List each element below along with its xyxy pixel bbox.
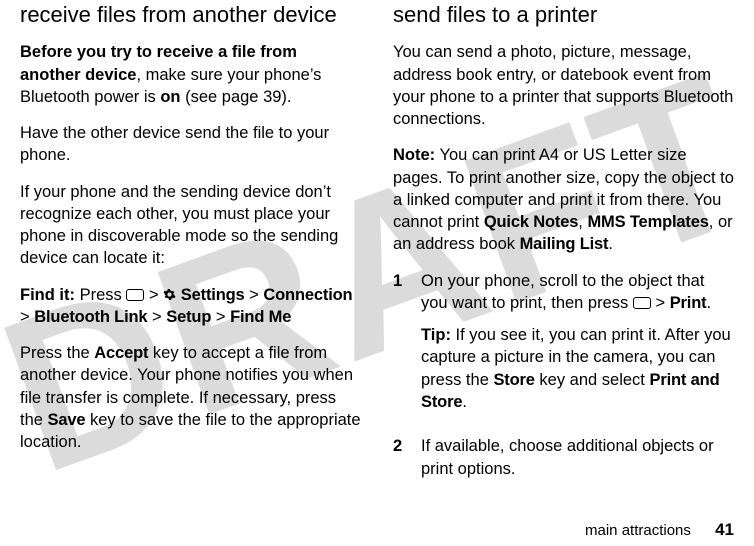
step1-main: On your phone, scroll to the object that… xyxy=(421,270,734,315)
left-heading: receive files from another device xyxy=(20,2,361,27)
tip-label: Tip: xyxy=(421,326,451,344)
page-number: 41 xyxy=(715,520,734,539)
text: Press the xyxy=(20,344,94,362)
find-me-label: Find Me xyxy=(230,308,291,326)
text: . xyxy=(608,235,613,253)
text: . xyxy=(462,393,467,411)
save-key: Save xyxy=(48,411,86,429)
gt: > xyxy=(152,308,162,326)
bluetooth-link-label: Bluetooth Link xyxy=(34,308,147,326)
step-body: On your phone, scroll to the object that… xyxy=(421,270,734,424)
connection-label: Connection xyxy=(263,286,352,304)
setup-label: Setup xyxy=(166,308,211,326)
step-number: 1 xyxy=(393,270,409,424)
right-column: send files to a printer You can send a p… xyxy=(393,0,734,502)
gt: > xyxy=(216,308,226,326)
step-number: 2 xyxy=(393,435,409,490)
menu-key-icon xyxy=(126,289,144,301)
settings-label: Settings xyxy=(181,286,245,304)
note-label: Note: xyxy=(393,146,435,164)
text: Press xyxy=(75,286,126,304)
page-content: receive files from another device Before… xyxy=(0,0,754,502)
text: . xyxy=(706,294,711,312)
step1-tip: Tip: If you see it, you can print it. Af… xyxy=(421,324,734,413)
left-column: receive files from another device Before… xyxy=(20,0,361,502)
findit-label: Find it: xyxy=(20,286,75,304)
page-footer: main attractions 41 xyxy=(585,520,734,540)
gt: > xyxy=(655,294,665,312)
text: (see page 39). xyxy=(181,88,292,106)
mms-templates-label: MMS Templates xyxy=(587,213,708,231)
accept-key: Accept xyxy=(94,344,148,362)
left-p4: Press the Accept key to accept a file fr… xyxy=(20,342,361,453)
left-p1: Before you try to receive a file from an… xyxy=(20,41,361,108)
find-it-line: Find it: Press > Settings > Connection >… xyxy=(20,284,361,329)
text: key and select xyxy=(535,371,650,389)
right-p1: You can send a photo, picture, message, … xyxy=(393,41,734,130)
gt: > xyxy=(249,286,259,304)
on-bold: on xyxy=(160,88,180,106)
left-p3: If your phone and the sending device don… xyxy=(20,181,361,270)
footer-section: main attractions xyxy=(585,522,691,539)
step-1: 1 On your phone, scroll to the object th… xyxy=(393,270,734,424)
step-2: 2 If available, choose additional object… xyxy=(393,435,734,490)
step2-text: If available, choose additional objects … xyxy=(421,435,734,480)
gear-icon xyxy=(163,288,176,301)
steps-list: 1 On your phone, scroll to the object th… xyxy=(393,270,734,490)
print-label: Print xyxy=(670,294,707,312)
left-p2: Have the other device send the file to y… xyxy=(20,122,361,167)
store-key: Store xyxy=(493,371,534,389)
menu-key-icon xyxy=(633,297,651,309)
right-note: Note: You can print A4 or US Letter size… xyxy=(393,144,734,255)
step-body: If available, choose additional objects … xyxy=(421,435,734,490)
gt: > xyxy=(149,286,159,304)
mailing-list-label: Mailing List xyxy=(520,235,609,253)
gt: > xyxy=(20,308,30,326)
right-heading: send files to a printer xyxy=(393,2,734,27)
quick-notes-label: Quick Notes xyxy=(484,213,578,231)
